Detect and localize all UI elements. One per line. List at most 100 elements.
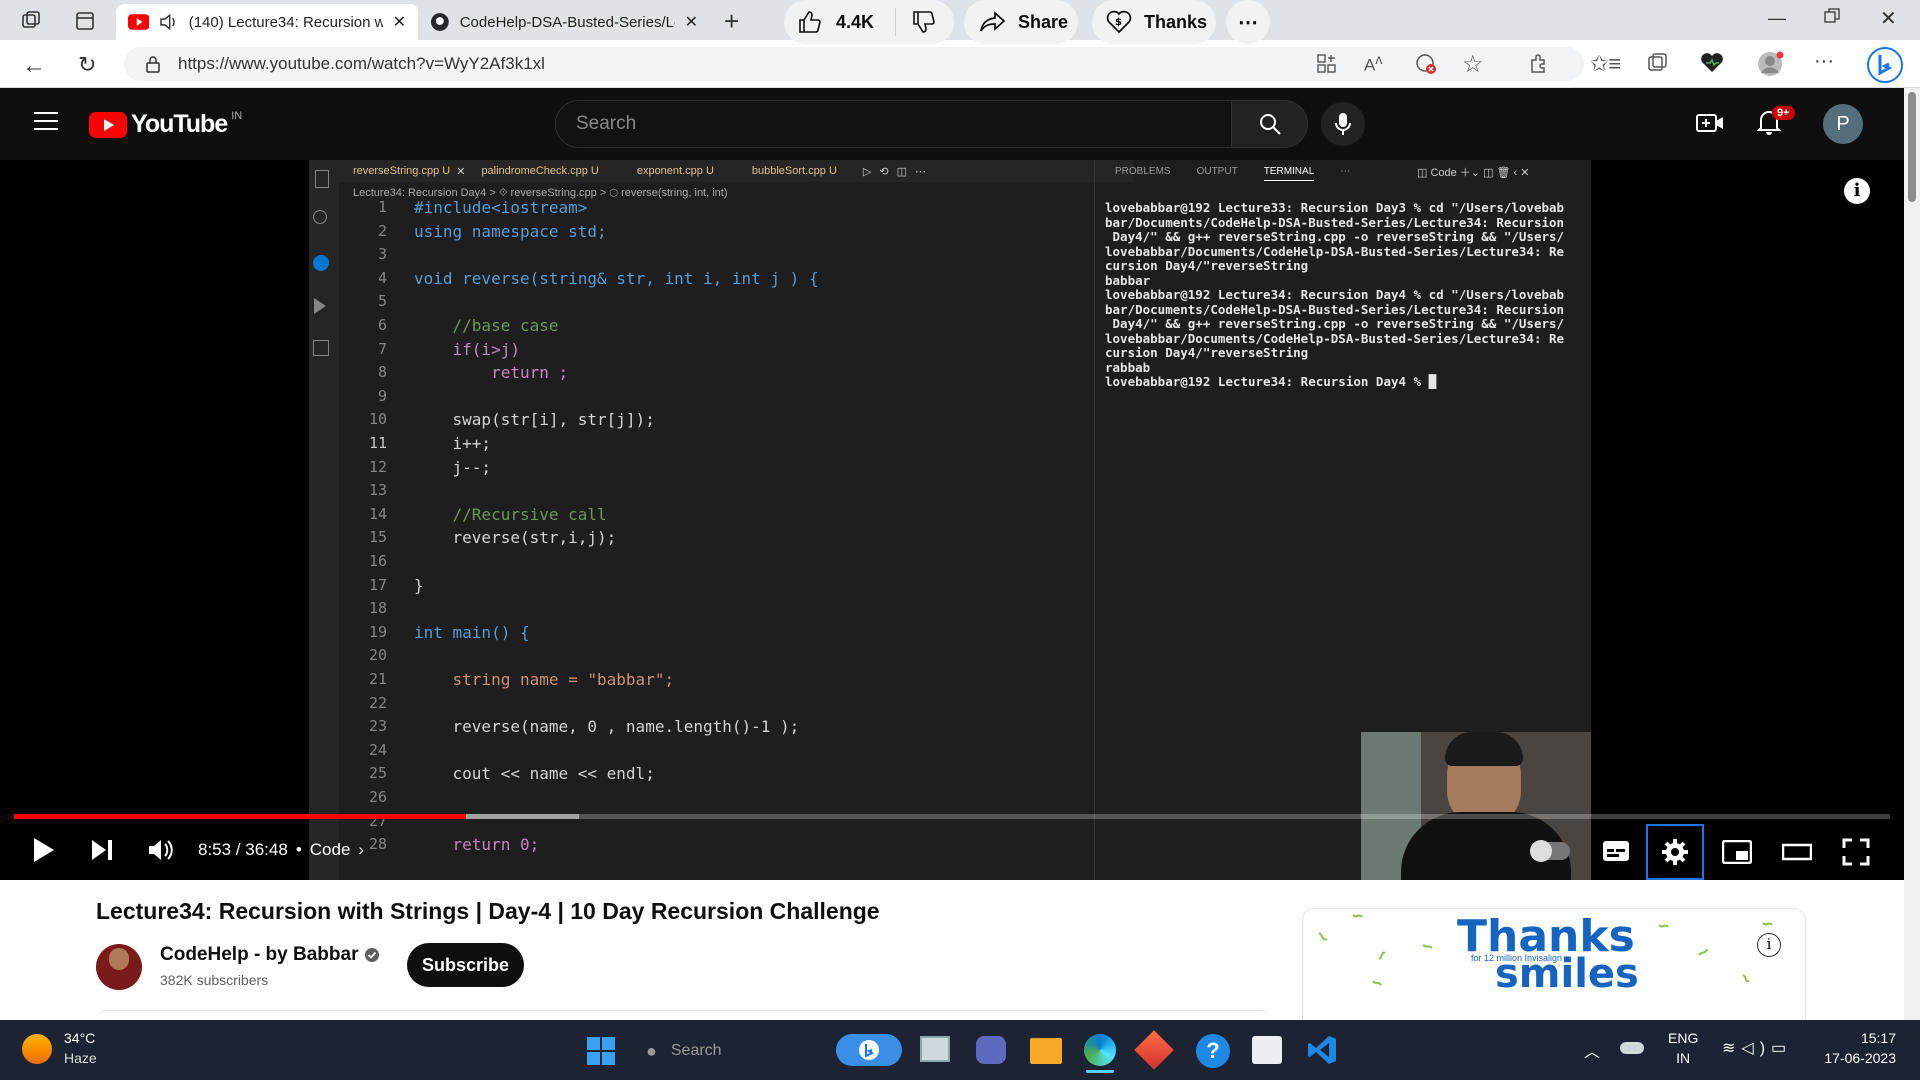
search-button[interactable]	[1232, 100, 1308, 148]
ad-info-icon[interactable]: i	[1757, 933, 1781, 957]
code-line: void reverse(string& str, int i, int j )…	[414, 268, 819, 288]
line-number: 1	[377, 198, 387, 216]
time-separator: •	[295, 840, 302, 859]
wifi-icon[interactable]: ≋	[1722, 1040, 1741, 1057]
speaker-icon[interactable]	[159, 13, 178, 31]
volume-button[interactable]	[146, 836, 174, 864]
taskbar-search[interactable]: ● Search	[642, 1032, 822, 1070]
terminal-line: lovebabbar@192 Lecture34: Recursion Day4…	[1105, 374, 1437, 389]
code-line: return ;	[414, 363, 569, 383]
restore-icon[interactable]	[1824, 8, 1840, 24]
task-view-icon[interactable]	[920, 1036, 950, 1062]
read-aloud-icon[interactable]: Aʌ	[1364, 52, 1382, 76]
scrollbar-thumb[interactable]	[1908, 92, 1916, 202]
edge-browser-icon[interactable]	[1084, 1034, 1116, 1066]
lock-icon[interactable]	[146, 55, 160, 73]
refresh-icon[interactable]: ↻	[78, 52, 96, 78]
play-button[interactable]	[32, 836, 56, 864]
channel-name-row[interactable]: CodeHelp - by Babbar	[160, 944, 380, 966]
start-button[interactable]	[586, 1036, 616, 1066]
browser-tab-youtube[interactable]: (140) Lecture34: Recursion w ✕	[116, 4, 418, 40]
favorite-star-icon[interactable]: ☆	[1462, 50, 1484, 79]
search-input[interactable]: Search	[555, 100, 1232, 148]
avatar[interactable]: P	[1823, 104, 1863, 144]
next-button[interactable]	[90, 838, 114, 862]
video-player[interactable]: reverseString.cpp U ✕ palindromeCheck.cpp…	[0, 160, 1904, 880]
miniplayer-button[interactable]	[1722, 840, 1752, 864]
settings-more-icon[interactable]: ···	[1814, 50, 1834, 73]
editor-tab-exponent: exponent.cpp U	[636, 165, 714, 177]
get-help-icon[interactable]: ?	[1196, 1034, 1230, 1068]
time-display: 8:53 / 36:48 • Code ›	[198, 840, 364, 860]
channel-avatar[interactable]	[96, 944, 142, 990]
chevron-right-icon[interactable]: ›	[358, 840, 364, 860]
app-available-icon[interactable]	[1316, 53, 1338, 75]
system-tray-icons[interactable]: ≋◁)▭	[1722, 1038, 1792, 1058]
clock[interactable]: 15:17 17-06-2023	[1812, 1030, 1896, 1066]
youtube-logo[interactable]: YouTube IN	[89, 110, 242, 139]
weather-temp[interactable]: 34°C	[64, 1030, 95, 1046]
onedrive-cloud-icon[interactable]	[1620, 1042, 1644, 1054]
theater-mode-button[interactable]	[1782, 842, 1812, 862]
create-video-icon[interactable]	[1696, 112, 1724, 134]
anydesk-icon[interactable]	[1134, 1030, 1174, 1070]
fullscreen-button[interactable]	[1842, 838, 1870, 866]
settings-button[interactable]	[1646, 824, 1704, 880]
profile-icon[interactable]	[1756, 50, 1784, 78]
workspaces-icon[interactable]	[20, 10, 42, 32]
browser-tab-github[interactable]: CodeHelp-DSA-Busted-Series/Le ✕	[418, 4, 710, 40]
bing-chat-button[interactable]	[836, 1034, 902, 1066]
chapter-title[interactable]: Code	[310, 840, 351, 860]
favorites-icon[interactable]: ✩≡	[1590, 51, 1621, 77]
close-window-icon[interactable]: ✕	[1880, 6, 1897, 31]
battery-icon[interactable]: ▭	[1771, 1040, 1792, 1057]
share-arrow-icon	[980, 11, 1006, 32]
close-tab-icon[interactable]: ✕	[393, 12, 406, 32]
volume-tray-icon[interactable]: ◁)	[1741, 1040, 1771, 1057]
close-tab-icon[interactable]: ✕	[685, 12, 698, 32]
panel-tab-output: OUTPUT	[1196, 166, 1238, 177]
page-scrollbar[interactable]	[1904, 88, 1920, 1020]
thanks-button[interactable]: $ Thanks	[1092, 0, 1216, 44]
line-number: 22	[368, 693, 387, 712]
collections-icon[interactable]	[1646, 52, 1668, 74]
new-tab-icon[interactable]: +	[724, 6, 739, 37]
more-actions-button[interactable]: ⋯	[1226, 0, 1270, 44]
file-explorer-icon[interactable]	[1030, 1038, 1062, 1064]
subscribe-button[interactable]: Subscribe	[407, 943, 524, 987]
line-number: 9	[377, 386, 387, 405]
tracking-prevention-icon[interactable]	[1414, 52, 1438, 76]
ad-tail: smiles	[1495, 951, 1639, 997]
ad-banner[interactable]: Thanks for 12 million Invisalign smiles …	[1302, 908, 1806, 1033]
hamburger-menu-icon[interactable]	[34, 112, 58, 130]
minimize-icon[interactable]: —	[1768, 8, 1786, 29]
language-top: ENG	[1668, 1030, 1699, 1046]
autoplay-toggle[interactable]	[1530, 840, 1570, 862]
bing-copilot-icon[interactable]	[1866, 46, 1904, 84]
channel-name[interactable]: CodeHelp - by Babbar	[160, 944, 358, 966]
info-icon[interactable]: i	[1844, 178, 1870, 204]
progress-bar[interactable]	[14, 814, 1890, 819]
browser-essentials-icon[interactable]	[1700, 52, 1724, 74]
time-text: 8:53 / 36:48	[198, 840, 288, 859]
language-indicator[interactable]: ENG IN	[1668, 1030, 1698, 1066]
like-button[interactable]: 4.4K	[784, 8, 896, 36]
url-text[interactable]: https://www.youtube.com/watch?v=WyY2Af3k…	[178, 54, 545, 74]
extensions-icon[interactable]	[1528, 52, 1550, 74]
voice-search-button[interactable]	[1321, 102, 1365, 146]
back-icon[interactable]: ←	[22, 52, 46, 80]
share-button[interactable]: Share	[964, 0, 1078, 44]
tab-actions-icon[interactable]	[74, 10, 96, 32]
code-line: }	[414, 575, 424, 595]
subtitles-button[interactable]	[1602, 840, 1630, 862]
dislike-button[interactable]	[896, 11, 936, 33]
share-label: Share	[1018, 11, 1069, 32]
line-number: 11	[368, 434, 387, 452]
microsoft-store-icon[interactable]	[1252, 1036, 1282, 1064]
vscode-icon[interactable]	[1306, 1034, 1338, 1066]
weather-haze-icon[interactable]	[22, 1034, 52, 1064]
show-hidden-icons-chevron[interactable]: ︿	[1584, 1038, 1600, 1062]
teams-chat-icon[interactable]	[976, 1036, 1006, 1064]
taskbar-search-icon: ●	[646, 1040, 657, 1061]
line-number: 25	[368, 764, 387, 783]
